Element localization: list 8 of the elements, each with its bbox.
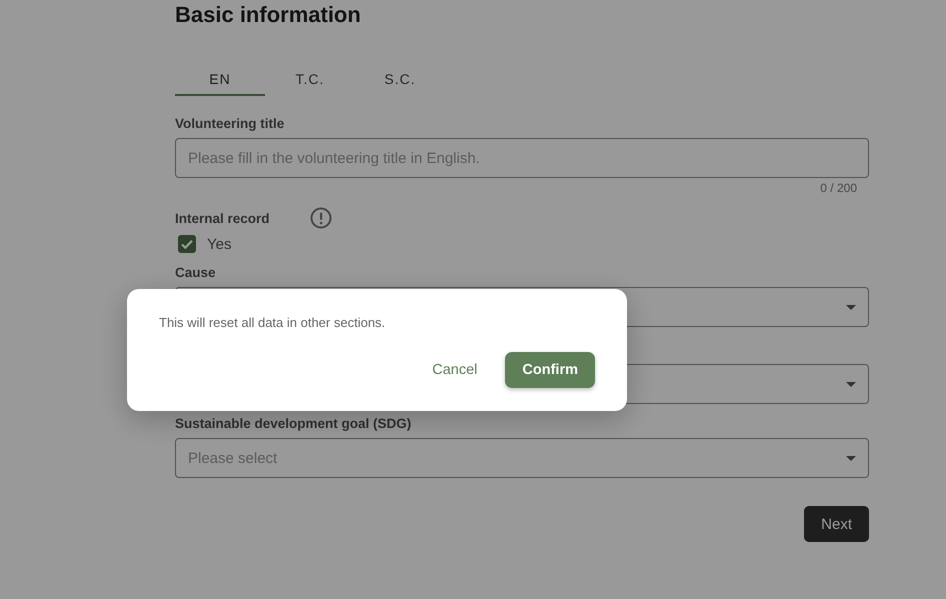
field-label: Volunteering title [175,116,286,131]
field-label: Cause [175,265,217,280]
character-counter: 0 / 200 [819,181,858,195]
checkbox-label: Yes [207,236,232,252]
dialog-message: This will reset all data in other sections. [159,315,386,330]
field-label: Sustainable development goal (SDG) [175,416,412,431]
section-title: Basic information [175,1,362,29]
field-label: Internal record [175,210,270,226]
